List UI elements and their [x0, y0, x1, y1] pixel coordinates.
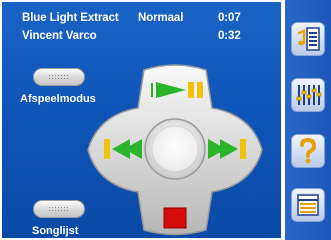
help-icon — [300, 137, 317, 164]
stop-button[interactable] — [163, 207, 187, 229]
now-playing-row-1: Blue Light Extract Normaal 0:07 — [22, 12, 271, 28]
play-mode-button[interactable] — [33, 68, 85, 86]
list-button[interactable] — [291, 188, 325, 222]
remaining-time: 0:32 — [218, 30, 241, 42]
list-icon — [297, 194, 319, 216]
music-player-app: Blue Light Extract Normaal 0:07 Vincent … — [0, 0, 331, 240]
now-playing-row-2: Vincent Varco 0:32 — [22, 30, 271, 46]
sidebar — [283, 0, 331, 240]
elapsed-time: 0:07 — [218, 12, 241, 24]
control-pad — [87, 64, 263, 236]
now-playing-header: Blue Light Extract Normaal 0:07 Vincent … — [2, 2, 281, 50]
grip-icon — [48, 206, 70, 212]
help-button[interactable] — [291, 134, 325, 168]
music-list-icon — [297, 27, 320, 51]
grip-icon — [48, 74, 70, 80]
player-panel: Blue Light Extract Normaal 0:07 Vincent … — [0, 0, 283, 240]
equalizer-button[interactable] — [291, 78, 325, 112]
playlist-button[interactable] — [33, 200, 85, 218]
play-mode-value: Normaal — [138, 12, 184, 24]
music-list-button[interactable] — [291, 22, 325, 56]
playlist-label: Songlijst — [32, 225, 79, 237]
track-title: Blue Light Extract — [22, 12, 119, 24]
equalizer-icon — [296, 85, 322, 105]
artist-name: Vincent Varco — [22, 30, 97, 42]
